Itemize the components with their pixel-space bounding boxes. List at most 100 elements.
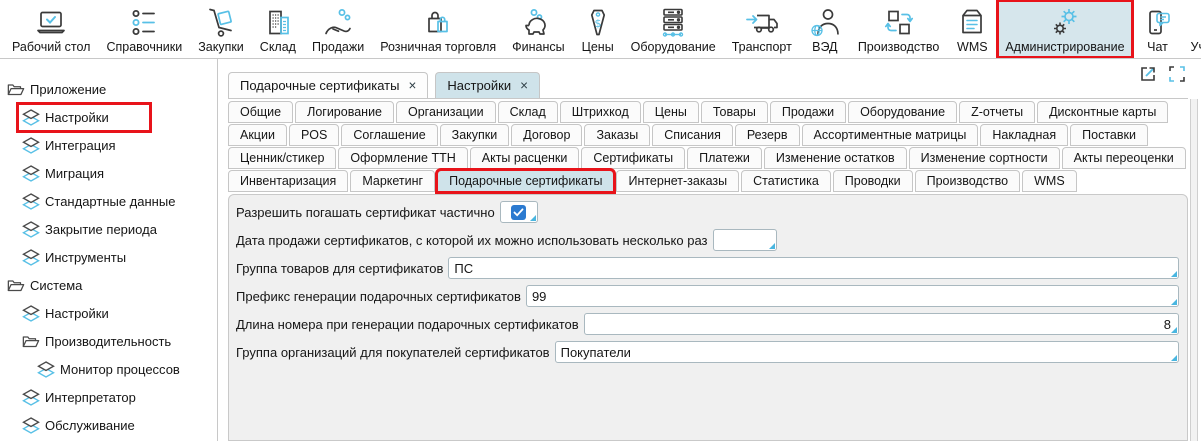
toolbar-item-label: Чат [1147,40,1168,54]
tab-assortimentnye-matritsy[interactable]: Ассортиментные матрицы [802,124,979,146]
toolbar-item-label: Производство [858,40,940,54]
doc-tab-gift-certificates[interactable]: Подарочные сертификаты × [228,72,428,98]
generation-prefix-input[interactable] [527,287,1178,305]
tab-provodki[interactable]: Проводки [833,170,913,192]
doc-tab-label: Подарочные сертификаты [240,78,399,93]
close-icon[interactable]: × [520,79,528,93]
tab-inventarizatsiya[interactable]: Инвентаризация [228,170,348,192]
person-lock-icon [1197,6,1201,39]
toolbar-item-label: Оборудование [631,40,716,54]
tab-dogovor[interactable]: Договор [511,124,582,146]
tab-shtrikhkod[interactable]: Штрихкод [560,101,641,123]
tab-izmenenie-ostatkov[interactable]: Изменение остатков [764,147,907,169]
tab-logirovanie[interactable]: Логирование [295,101,394,123]
sidebar-item-label: Система [30,278,82,293]
toolbar-item-sales[interactable]: Продажи [304,0,372,58]
toolbar-item-wms[interactable]: WMS [947,0,997,58]
field-label: Разрешить погашать сертификат частично [236,205,495,220]
sidebar-item-system[interactable]: Система [0,271,217,299]
settings-tab-row-1: Общие Логирование Организации Склад Штри… [228,101,1188,123]
sidebar-item-tools[interactable]: Инструменты [0,243,217,271]
toolbar-item-desktop[interactable]: Рабочий стол [4,0,98,58]
tab-izmenenie-sortnosti[interactable]: Изменение сортности [909,147,1060,169]
form-icon [22,137,40,154]
buyers-org-group-input[interactable] [556,343,1178,361]
allow-partial-redeem-checkbox[interactable] [500,201,538,223]
tab-rezerv[interactable]: Резерв [735,124,800,146]
tab-oformlenie-ttn[interactable]: Оформление ТТН [338,147,467,169]
tab-tovary[interactable]: Товары [701,101,768,123]
form-icon [22,165,40,182]
sidebar-item-migration[interactable]: Миграция [0,159,217,187]
tab-internet-zakazy[interactable]: Интернет-заказы [616,170,739,192]
tab-oborudovanie[interactable]: Оборудование [848,101,957,123]
toolbar-item-warehouse[interactable]: Склад [252,0,304,58]
certificate-sale-date-input[interactable] [714,231,776,249]
tab-nakladnaya[interactable]: Накладная [980,124,1068,146]
tab-organizatsii[interactable]: Организации [396,101,496,123]
sidebar-item-label: Стандартные данные [45,194,175,209]
popout-icon[interactable] [1138,64,1158,84]
toolbar-item-equipment[interactable]: Оборудование [623,0,724,58]
tab-obshchie[interactable]: Общие [228,101,293,123]
toolbar-item-account[interactable]: Учётная [1183,0,1201,58]
tab-tseny[interactable]: Цены [643,101,699,123]
tab-postavki[interactable]: Поставки [1070,124,1148,146]
tab-zakupki[interactable]: Закупки [440,124,510,146]
tab-wms[interactable]: WMS [1022,170,1077,192]
tab-statistika[interactable]: Статистика [741,170,831,192]
tab-platezhi[interactable]: Платежи [687,147,762,169]
toolbar-item-label: Транспорт [732,40,792,54]
toolbar-item-label: ВЭД [812,40,837,54]
sidebar-item-application[interactable]: Приложение [0,75,217,103]
tab-podarochnye-sertifikaty[interactable]: Подарочные сертификаты [437,170,614,192]
toolbar-item-label: Склад [260,40,296,54]
tab-spisaniya[interactable]: Списания [652,124,733,146]
toolbar-item-chat[interactable]: Чат [1133,0,1183,58]
product-group-input[interactable] [449,259,1178,277]
toolbar-item-purchases[interactable]: Закупки [190,0,252,58]
close-icon[interactable]: × [408,79,416,93]
toolbar-item-prices[interactable]: $ Цены [573,0,623,58]
window-actions [1138,64,1187,84]
number-length-input[interactable] [585,315,1178,333]
tab-tsennik-stiker[interactable]: Ценник/стикер [228,147,336,169]
doc-tab-settings[interactable]: Настройки × [435,72,540,98]
tab-z-otchety[interactable]: Z-отчеты [959,101,1035,123]
sidebar-item-performance[interactable]: Производительность [0,327,217,355]
tab-pos[interactable]: POS [289,124,339,146]
tab-marketing[interactable]: Маркетинг [350,170,435,192]
tab-proizvodstvo[interactable]: Производство [915,170,1021,192]
tab-akty-pereotsenki[interactable]: Акты переоценки [1062,147,1186,169]
server-stack-icon [656,6,690,39]
right-splitter[interactable] [1190,99,1198,441]
sidebar-item-integration[interactable]: Интеграция [0,131,217,159]
tab-sklad[interactable]: Склад [498,101,558,123]
tab-zakazy[interactable]: Заказы [584,124,650,146]
toolbar-item-finance[interactable]: Финансы [504,0,572,58]
tab-diskontnye-karty[interactable]: Дисконтные карты [1037,101,1168,123]
tab-akty-rastsenki[interactable]: Акты расценки [470,147,580,169]
sidebar-item-interpreter[interactable]: Интерпретатор [0,383,217,411]
sidebar-item-process-monitor[interactable]: Монитор процессов [0,355,217,383]
fullscreen-icon[interactable] [1167,64,1187,84]
tab-aktsii[interactable]: Акции [228,124,287,146]
tab-sertifikaty[interactable]: Сертификаты [581,147,685,169]
sidebar-item-label: Инструменты [45,250,126,265]
main-toolbar: Рабочий стол Справочники Закупки Склад П… [0,0,1201,59]
sidebar-item-period-closing[interactable]: Закрытие периода [0,215,217,243]
toolbar-item-references[interactable]: Справочники [98,0,190,58]
toolbar-item-transport[interactable]: Транспорт [724,0,800,58]
sidebar-item-settings[interactable]: Настройки [0,103,217,131]
toolbar-item-administration[interactable]: Администрирование [997,0,1132,58]
tab-prodazhi[interactable]: Продажи [770,101,846,123]
toolbar-item-production[interactable]: Производство [850,0,948,58]
toolbar-item-retail[interactable]: Розничная торговля [372,0,504,58]
sidebar-item-standard-data[interactable]: Стандартные данные [0,187,217,215]
sidebar-item-system-settings[interactable]: Настройки [0,299,217,327]
toolbar-item-ved[interactable]: ВЭД [800,0,850,58]
field-product-group: Группа товаров для сертификатов [236,254,1179,282]
settings-tab-panel: Общие Логирование Организации Склад Штри… [228,99,1188,192]
tab-soglashenie[interactable]: Соглашение [341,124,437,146]
sidebar-item-maintenance[interactable]: Обслуживание [0,411,217,439]
